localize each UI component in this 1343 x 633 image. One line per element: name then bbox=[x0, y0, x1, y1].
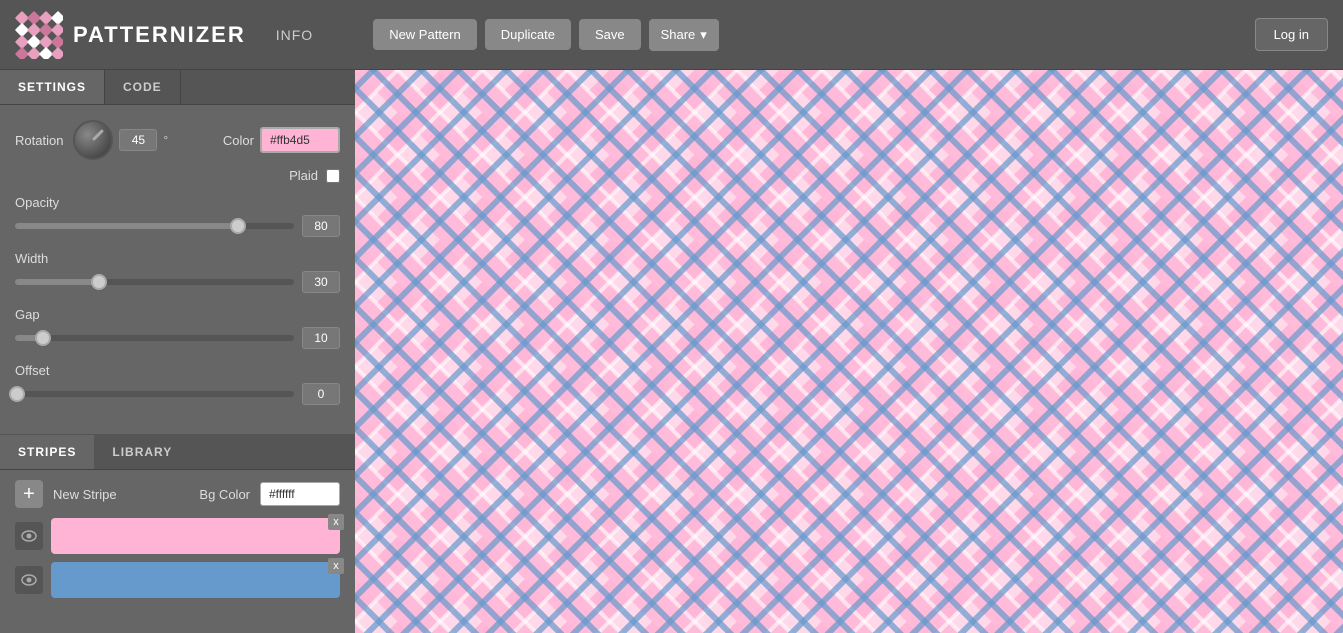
opacity-slider-row: Opacity bbox=[15, 195, 340, 237]
settings-panel: Rotation ° Color Plaid Opacity bbox=[0, 105, 355, 434]
share-arrow: ▾ bbox=[700, 27, 707, 43]
offset-slider-row: Offset bbox=[15, 363, 340, 405]
header-actions: New Pattern Duplicate Save Share ▾ bbox=[373, 19, 719, 51]
main-layout: SETTINGS CODE Rotation ° Color bbox=[0, 70, 1343, 633]
add-stripe-row: + New Stripe Bg Color bbox=[15, 480, 340, 508]
plaid-checkbox[interactable] bbox=[326, 169, 340, 183]
opacity-value[interactable] bbox=[302, 215, 340, 237]
header: PATTERNIZER INFO New Pattern Duplicate S… bbox=[0, 0, 1343, 70]
stripe-1-delete-button[interactable]: x bbox=[328, 514, 344, 530]
bg-color-input[interactable] bbox=[260, 482, 340, 506]
logo-text: PATTERNIZER bbox=[73, 22, 246, 48]
width-thumb[interactable] bbox=[91, 274, 107, 290]
opacity-track[interactable] bbox=[15, 223, 294, 229]
share-button[interactable]: Share ▾ bbox=[649, 19, 719, 51]
eye-icon bbox=[21, 530, 37, 542]
rotation-deg: ° bbox=[163, 133, 168, 147]
stripe-1-bar[interactable] bbox=[51, 518, 340, 554]
new-stripe-label: New Stripe bbox=[53, 487, 117, 502]
rotation-input[interactable] bbox=[119, 129, 157, 151]
opacity-thumb[interactable] bbox=[230, 218, 246, 234]
stripe-2-delete-button[interactable]: x bbox=[328, 558, 344, 574]
gap-value[interactable] bbox=[302, 327, 340, 349]
new-pattern-button[interactable]: New Pattern bbox=[373, 19, 477, 50]
opacity-fill bbox=[15, 223, 238, 229]
rotation-knob[interactable] bbox=[73, 120, 113, 160]
sidebar: SETTINGS CODE Rotation ° Color bbox=[0, 70, 355, 633]
gap-slider-container bbox=[15, 327, 340, 349]
width-track[interactable] bbox=[15, 279, 294, 285]
gap-thumb[interactable] bbox=[35, 330, 51, 346]
stripe-1-visibility-button[interactable] bbox=[15, 522, 43, 550]
tab-library[interactable]: LIBRARY bbox=[94, 435, 190, 469]
gap-track[interactable] bbox=[15, 335, 294, 341]
width-label: Width bbox=[15, 251, 340, 266]
offset-slider-container bbox=[15, 383, 340, 405]
stripe-2-bar[interactable] bbox=[51, 562, 340, 598]
plaid-row: Plaid bbox=[15, 168, 340, 183]
bg-color-label: Bg Color bbox=[199, 487, 250, 502]
color-input[interactable] bbox=[260, 127, 340, 153]
tab-settings[interactable]: SETTINGS bbox=[0, 70, 105, 104]
stripes-panel: + New Stripe Bg Color x bbox=[0, 470, 355, 616]
width-slider-container bbox=[15, 271, 340, 293]
offset-value[interactable] bbox=[302, 383, 340, 405]
duplicate-button[interactable]: Duplicate bbox=[485, 19, 571, 50]
settings-tabs: SETTINGS CODE bbox=[0, 70, 355, 105]
stripe-item-2: x bbox=[15, 562, 340, 598]
color-label: Color bbox=[223, 133, 254, 148]
width-slider-row: Width bbox=[15, 251, 340, 293]
tab-code[interactable]: CODE bbox=[105, 70, 181, 104]
logo-area: PATTERNIZER INFO bbox=[15, 11, 313, 59]
pattern-preview bbox=[355, 70, 1343, 633]
opacity-slider-container bbox=[15, 215, 340, 237]
stripes-section: STRIPES LIBRARY + New Stripe Bg Color bbox=[0, 434, 355, 633]
plaid-label: Plaid bbox=[289, 168, 318, 183]
tab-stripes[interactable]: STRIPES bbox=[0, 435, 94, 469]
stripes-tabs: STRIPES LIBRARY bbox=[0, 435, 355, 470]
rotation-group: Rotation ° bbox=[15, 120, 168, 160]
eye-icon bbox=[21, 574, 37, 586]
stripe-item-1: x bbox=[15, 518, 340, 554]
color-group: Color bbox=[223, 127, 340, 153]
offset-label: Offset bbox=[15, 363, 340, 378]
login-button[interactable]: Log in bbox=[1255, 18, 1328, 51]
logo-icon bbox=[15, 11, 63, 59]
width-fill bbox=[15, 279, 99, 285]
rotation-color-row: Rotation ° Color bbox=[15, 120, 340, 160]
rotation-label: Rotation bbox=[15, 133, 63, 148]
opacity-label: Opacity bbox=[15, 195, 340, 210]
width-value[interactable] bbox=[302, 271, 340, 293]
save-button[interactable]: Save bbox=[579, 19, 641, 50]
stripe-2-visibility-button[interactable] bbox=[15, 566, 43, 594]
gap-slider-row: Gap bbox=[15, 307, 340, 349]
share-label: Share bbox=[661, 27, 696, 42]
offset-track[interactable] bbox=[15, 391, 294, 397]
gap-label: Gap bbox=[15, 307, 340, 322]
info-button[interactable]: INFO bbox=[276, 27, 313, 43]
offset-thumb[interactable] bbox=[9, 386, 25, 402]
add-stripe-button[interactable]: + bbox=[15, 480, 43, 508]
canvas-area bbox=[355, 70, 1343, 633]
